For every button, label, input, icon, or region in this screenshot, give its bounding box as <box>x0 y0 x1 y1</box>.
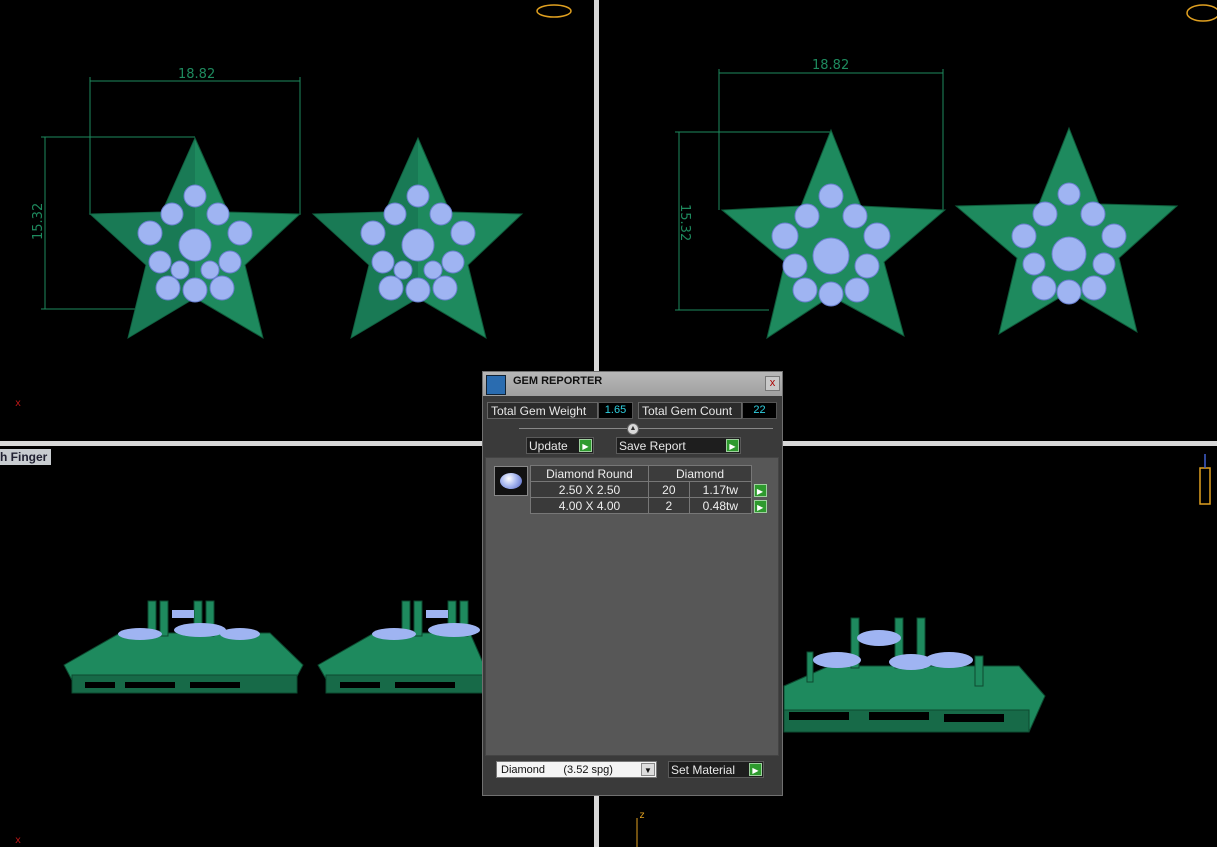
set-material-button[interactable]: Set Material ▶ <box>668 761 764 778</box>
dimension-width-label: 18.82 <box>812 58 849 73</box>
gem-report-table: Diamond Round Diamond 2.50 X 2.50 20 1.1… <box>530 465 769 514</box>
set-material-button-label: Set Material <box>671 763 736 777</box>
star-earring-left <box>720 128 947 340</box>
dialog-title: GEM REPORTER <box>513 375 603 387</box>
total-gem-count-label: Total Gem Count <box>638 402 742 419</box>
save-report-button-label: Save Report <box>619 439 686 453</box>
chevron-down-icon[interactable]: ▼ <box>641 763 655 776</box>
gem-weight-cell: 1.17tw <box>688 481 753 498</box>
diamond-gem-icon[interactable] <box>494 466 528 496</box>
table-header-shape: Diamond Round <box>530 465 649 482</box>
total-gem-count-value: 22 <box>742 402 777 419</box>
dialog-title-bar[interactable]: GEM REPORTER x <box>483 372 782 396</box>
dimension-height-label: 15.32 <box>677 204 692 241</box>
gem-size-cell: 4.00 X 4.00 <box>530 497 649 514</box>
total-gem-weight-label: Total Gem Weight <box>487 402 598 419</box>
axis-gizmo-icon <box>1199 454 1211 505</box>
play-arrow-icon: ▶ <box>579 439 592 452</box>
play-arrow-icon: ▶ <box>726 439 739 452</box>
collapse-toggle-icon[interactable]: ▲ <box>627 423 639 435</box>
gem-size-cell: 2.50 X 2.50 <box>530 481 649 498</box>
dimension-height-label: 15.32 <box>31 203 46 240</box>
axis-z-label: z <box>639 810 645 821</box>
table-row: 2.50 X 2.50 20 1.17tw ▶ <box>530 481 769 498</box>
save-report-button[interactable]: Save Report ▶ <box>616 437 741 454</box>
gem-report-area: Diamond Round Diamond 2.50 X 2.50 20 1.1… <box>485 457 779 756</box>
total-gem-weight-value: 1.65 <box>598 402 633 419</box>
view-cube-icon <box>1186 4 1217 22</box>
update-button-label: Update <box>529 439 568 453</box>
close-button[interactable]: x <box>765 376 780 391</box>
collapse-slider-track <box>519 428 773 429</box>
row-play-arrow-icon[interactable]: ▶ <box>753 483 767 497</box>
gem-count-cell: 2 <box>648 497 690 514</box>
material-select-value: Diamond (3.52 spg) <box>501 764 613 776</box>
dimension-width-label: 18.82 <box>178 67 215 82</box>
gem-count-cell: 20 <box>648 481 690 498</box>
axis-x-label: x <box>15 398 22 409</box>
axis-x-label-bottom: x <box>15 835 22 846</box>
viewport-label[interactable]: h Finger <box>0 449 52 465</box>
material-select[interactable]: Diamond (3.52 spg) ▼ <box>496 761 657 778</box>
play-arrow-icon: ▶ <box>749 763 762 776</box>
update-button[interactable]: Update ▶ <box>526 437 594 454</box>
table-header-material: Diamond <box>648 465 752 482</box>
row-play-arrow-icon[interactable]: ▶ <box>753 499 767 513</box>
table-row: 4.00 X 4.00 2 0.48tw ▶ <box>530 497 769 514</box>
gem-weight-cell: 0.48tw <box>688 497 753 514</box>
gem-reporter-icon <box>486 375 506 395</box>
gem-reporter-dialog: GEM REPORTER x Total Gem Weight 1.65 Tot… <box>482 371 783 796</box>
